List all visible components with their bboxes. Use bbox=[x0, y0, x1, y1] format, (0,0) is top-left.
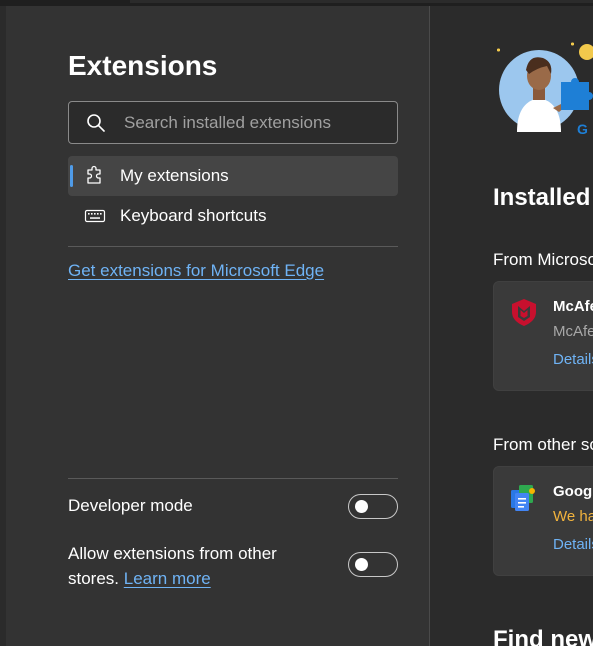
get-extensions-link[interactable]: Get extensions for Microsoft Edge bbox=[68, 261, 324, 281]
extension-name: McAfe bbox=[553, 298, 593, 315]
details-link[interactable]: Details bbox=[553, 351, 593, 368]
mcafee-shield-icon bbox=[512, 299, 536, 326]
search-box[interactable] bbox=[68, 101, 398, 144]
extension-card[interactable]: Googl We ha Details bbox=[493, 466, 593, 576]
divider bbox=[68, 478, 398, 479]
developer-mode-label: Developer mode bbox=[68, 496, 193, 515]
section-label: From Microso bbox=[493, 250, 593, 269]
svg-text:G: G bbox=[577, 121, 588, 136]
details-link[interactable]: Details bbox=[553, 536, 593, 553]
google-docs-icon bbox=[511, 485, 535, 511]
allow-other-stores-toggle[interactable] bbox=[348, 552, 398, 577]
nav-item-label: Keyboard shortcuts bbox=[120, 206, 267, 225]
hero-illustration: G bbox=[497, 42, 593, 136]
installed-heading: Installed bbox=[493, 184, 591, 211]
keyboard-icon bbox=[84, 209, 106, 223]
active-indicator bbox=[70, 165, 73, 187]
extension-subtitle: We ha bbox=[553, 508, 593, 525]
developer-mode-toggle[interactable] bbox=[348, 494, 398, 519]
search-input[interactable] bbox=[124, 102, 389, 143]
extension-name: Googl bbox=[553, 483, 593, 500]
toggle-knob bbox=[355, 558, 368, 571]
allow-other-stores-label: Allow extensions from other stores. Lear… bbox=[68, 544, 277, 588]
sidebar: Extensions My extensions Keyboard shortc… bbox=[6, 6, 430, 646]
page-title: Extensions bbox=[68, 50, 218, 81]
search-icon bbox=[87, 114, 105, 132]
toggle-knob bbox=[355, 500, 368, 513]
section-label: From other so bbox=[493, 435, 593, 454]
extension-card[interactable]: McAfe McAfe Details bbox=[493, 281, 593, 391]
nav-item-my-extensions[interactable]: My extensions bbox=[68, 156, 398, 196]
learn-more-link[interactable]: Learn more bbox=[124, 569, 211, 588]
puzzle-icon bbox=[87, 165, 101, 184]
find-new-heading: Find new bbox=[493, 626, 593, 646]
main-content: G Installed From Microso McAfe McAfe Det… bbox=[431, 6, 593, 646]
divider bbox=[68, 246, 398, 247]
nav-item-keyboard-shortcuts[interactable]: Keyboard shortcuts bbox=[68, 196, 398, 236]
extension-subtitle: McAfe bbox=[553, 323, 593, 340]
nav-item-label: My extensions bbox=[120, 166, 229, 185]
